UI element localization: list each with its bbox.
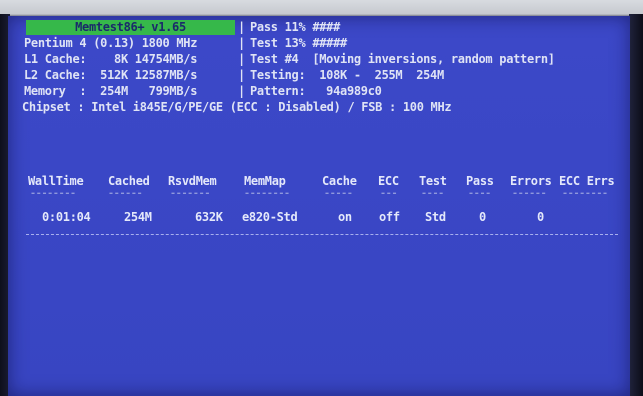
testing-range: Testing: 108K - 255M 254M <box>250 68 444 82</box>
cell-walltime: 0:01:04 <box>42 210 91 224</box>
column-separator: | <box>238 36 245 50</box>
col-header-ecc-errs: ECC Errs <box>559 174 615 188</box>
pass-progress: Pass 11% #### <box>250 20 341 34</box>
cell-cached: 254M <box>124 210 152 224</box>
column-separator: | <box>238 20 245 34</box>
table-bottom-rule <box>26 234 618 235</box>
cell-test: Std <box>425 210 446 224</box>
col-header-test: Test <box>419 174 447 188</box>
cell-errors: 0 <box>537 210 544 224</box>
app-title: Memtest86+ v1.65 <box>26 20 235 35</box>
header-underline: ---- <box>421 188 444 199</box>
l2-cache-info: L2 Cache: 512K 12587MB/s <box>24 68 198 82</box>
header-underline: --- <box>380 188 398 199</box>
test-pattern: Pattern: 94a989c0 <box>250 84 382 98</box>
monitor-photo: Memtest86+ v1.65 Pentium 4 (0.13) 1800 M… <box>0 0 643 396</box>
memory-info: Memory : 254M 799MB/s <box>24 84 198 98</box>
col-header-errors: Errors <box>510 174 552 188</box>
col-header-walltime: WallTime <box>28 174 84 188</box>
cpu-info: Pentium 4 (0.13) 1800 MHz <box>24 36 198 50</box>
cell-pass: 0 <box>479 210 486 224</box>
test-progress: Test 13% ##### <box>250 36 347 50</box>
column-separator: | <box>238 52 245 66</box>
cell-memmap: e820-Std <box>242 210 298 224</box>
column-separator: | <box>238 84 245 98</box>
chipset-info: Chipset : Intel i845E/G/PE/GE (ECC : Dis… <box>22 100 452 114</box>
header-underline: ---- <box>468 188 491 199</box>
col-header-pass: Pass <box>466 174 494 188</box>
memtest-screen: Memtest86+ v1.65 Pentium 4 (0.13) 1800 M… <box>8 16 630 396</box>
col-header-memmap: MemMap <box>244 174 286 188</box>
header-underline: ----- <box>324 188 353 199</box>
header-underline: -------- <box>244 188 290 199</box>
header-underline: ------- <box>170 188 211 199</box>
header-underline: ------ <box>512 188 547 199</box>
column-separator: | <box>238 68 245 82</box>
col-header-cache: Cache <box>322 174 357 188</box>
monitor-bezel-right <box>629 14 643 396</box>
col-header-rsvdmem: RsvdMem <box>168 174 217 188</box>
col-header-cached: Cached <box>108 174 150 188</box>
header-underline: -------- <box>562 188 608 199</box>
col-header-ecc: ECC <box>378 174 399 188</box>
l1-cache-info: L1 Cache: 8K 14754MB/s <box>24 52 198 66</box>
cell-ecc: off <box>379 210 400 224</box>
cell-cache: on <box>338 210 352 224</box>
current-test: Test #4 [Moving inversions, random patte… <box>250 52 555 66</box>
cell-rsvdmem: 632K <box>195 210 223 224</box>
header-underline: ------ <box>108 188 143 199</box>
header-underline: -------- <box>30 188 76 199</box>
